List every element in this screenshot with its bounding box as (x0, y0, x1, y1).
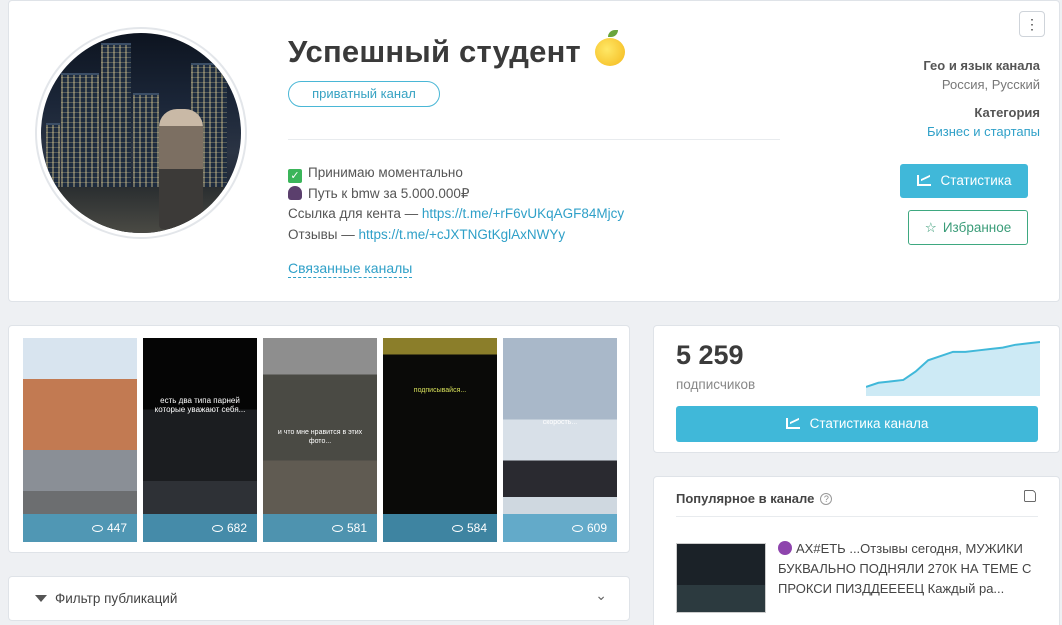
eye-icon (331, 525, 343, 532)
story-views: 682 (143, 514, 257, 542)
story-item[interactable]: и что мне нравится в этих фото... 581 (263, 338, 377, 542)
desc-line-2-text: Путь к bmw за 5.000.000₽ (308, 185, 470, 201)
favorite-button[interactable]: ☆ Избранное (908, 210, 1028, 245)
favorite-button-label: Избранное (942, 220, 1012, 235)
subscriber-count: 5 259 (676, 340, 744, 370)
story-item[interactable]: подписывайся... 584 (383, 338, 497, 542)
subscribers-card: 5 259 подписчиков Статистика канала (653, 325, 1060, 453)
subscriber-sparkline (866, 341, 1040, 396)
filter-label-text: Фильтр публикаций (55, 591, 178, 606)
story-caption: подписывайся... (413, 387, 467, 394)
desc-line-2: Путь к bmw за 5.000.000₽ (288, 184, 624, 205)
statistics-button[interactable]: Статистика (900, 164, 1028, 198)
private-channel-badge: приватный канал (288, 81, 440, 107)
chevron-down-icon[interactable]: ⌄ (595, 587, 607, 604)
popular-post-text-body: АХ#ЕТЬ ...Отзывы сегодня, МУЖИКИ БУКВАЛЬ… (778, 541, 1032, 596)
thumbs-up-icon[interactable] (1024, 490, 1036, 502)
chart-icon (785, 418, 800, 429)
desc-line-1-text: Принимаю моментально (308, 165, 463, 180)
devil-icon (778, 541, 792, 555)
ninja-icon (288, 185, 302, 200)
invite-link[interactable]: https://t.me/+rF6vUKqAGF84Mjcy (422, 206, 624, 221)
publication-filter[interactable]: Фильтр публикаций ⌄ (8, 576, 630, 621)
story-item[interactable]: есть два типа парней которые уважают себ… (143, 338, 257, 542)
story-views: 609 (503, 514, 617, 542)
story-views-count: 682 (226, 521, 247, 535)
popular-heading-text: Популярное в канале (676, 491, 815, 506)
story-views: 447 (23, 514, 137, 542)
desc-line-3: Ссылка для кента — https://t.me/+rF6vUKq… (288, 204, 624, 225)
story-caption: и что мне нравится в этих фото... (277, 429, 363, 445)
channel-description: ✓ Принимаю моментально Путь к bmw за 5.00… (288, 163, 624, 245)
header-divider (288, 139, 780, 140)
subscriber-label: подписчиков (676, 377, 756, 392)
story-views-count: 447 (106, 521, 127, 535)
related-channels-link[interactable]: Связанные каналы (288, 260, 413, 278)
story-views: 581 (263, 514, 377, 542)
person-figure (159, 109, 203, 229)
reviews-link[interactable]: https://t.me/+cJXTNGtKglAxNWYy (358, 227, 565, 242)
more-menu-button[interactable]: ⋮ (1019, 11, 1045, 37)
sparkline-area (866, 342, 1040, 396)
channel-statistics-button[interactable]: Статистика канала (676, 406, 1038, 442)
story-views-count: 584 (466, 521, 487, 535)
help-icon[interactable]: ? (820, 493, 833, 505)
story-item[interactable]: скорость... 609 (503, 338, 617, 542)
desc-line-3-label: Ссылка для кента — (288, 206, 422, 221)
story-views-count: 581 (346, 521, 367, 535)
funnel-icon (35, 595, 47, 602)
eye-icon (451, 525, 463, 532)
geo-heading: Гео и язык канала (923, 58, 1040, 73)
lemon-icon (594, 30, 625, 66)
stories-card: 447 есть два типа парней которые уважают… (8, 325, 630, 553)
popular-heading: Популярное в канале? (676, 491, 833, 506)
story-caption: есть два типа парней которые уважают себ… (154, 396, 246, 414)
category-link[interactable]: Бизнес и стартапы (927, 124, 1040, 139)
channel-title: Успешный студент (288, 30, 625, 70)
eye-icon (211, 525, 223, 532)
popular-post-thumbnail[interactable] (676, 543, 766, 613)
avatar-image (41, 33, 241, 233)
story-caption: скорость... (542, 419, 578, 426)
desc-line-4: Отзывы — https://t.me/+cJXTNGtKglAxNWYy (288, 225, 624, 246)
star-icon: ☆ (924, 220, 937, 235)
channel-avatar[interactable] (35, 27, 247, 239)
eye-icon (91, 525, 103, 532)
channel-statistics-label: Статистика канала (809, 416, 929, 431)
popular-card: Популярное в канале? АХ#ЕТЬ ...Отзывы се… (653, 476, 1060, 625)
filter-label: Фильтр публикаций (35, 591, 177, 606)
chart-icon (916, 175, 931, 186)
check-mark-icon: ✓ (288, 169, 302, 183)
geo-value: Россия, Русский (941, 77, 1040, 92)
popular-post-text[interactable]: АХ#ЕТЬ ...Отзывы сегодня, МУЖИКИ БУКВАЛЬ… (778, 539, 1040, 599)
popular-divider (676, 516, 1038, 517)
channel-title-text: Успешный студент (288, 34, 581, 69)
desc-line-4-label: Отзывы — (288, 226, 359, 242)
more-vertical-icon: ⋮ (1025, 16, 1039, 32)
story-views: 584 (383, 514, 497, 542)
statistics-button-label: Статистика (940, 173, 1012, 188)
story-item[interactable]: 447 (23, 338, 137, 542)
eye-icon (571, 525, 583, 532)
desc-line-1: ✓ Принимаю моментально (288, 163, 624, 184)
story-views-count: 609 (586, 521, 607, 535)
category-heading: Категория (974, 105, 1040, 120)
